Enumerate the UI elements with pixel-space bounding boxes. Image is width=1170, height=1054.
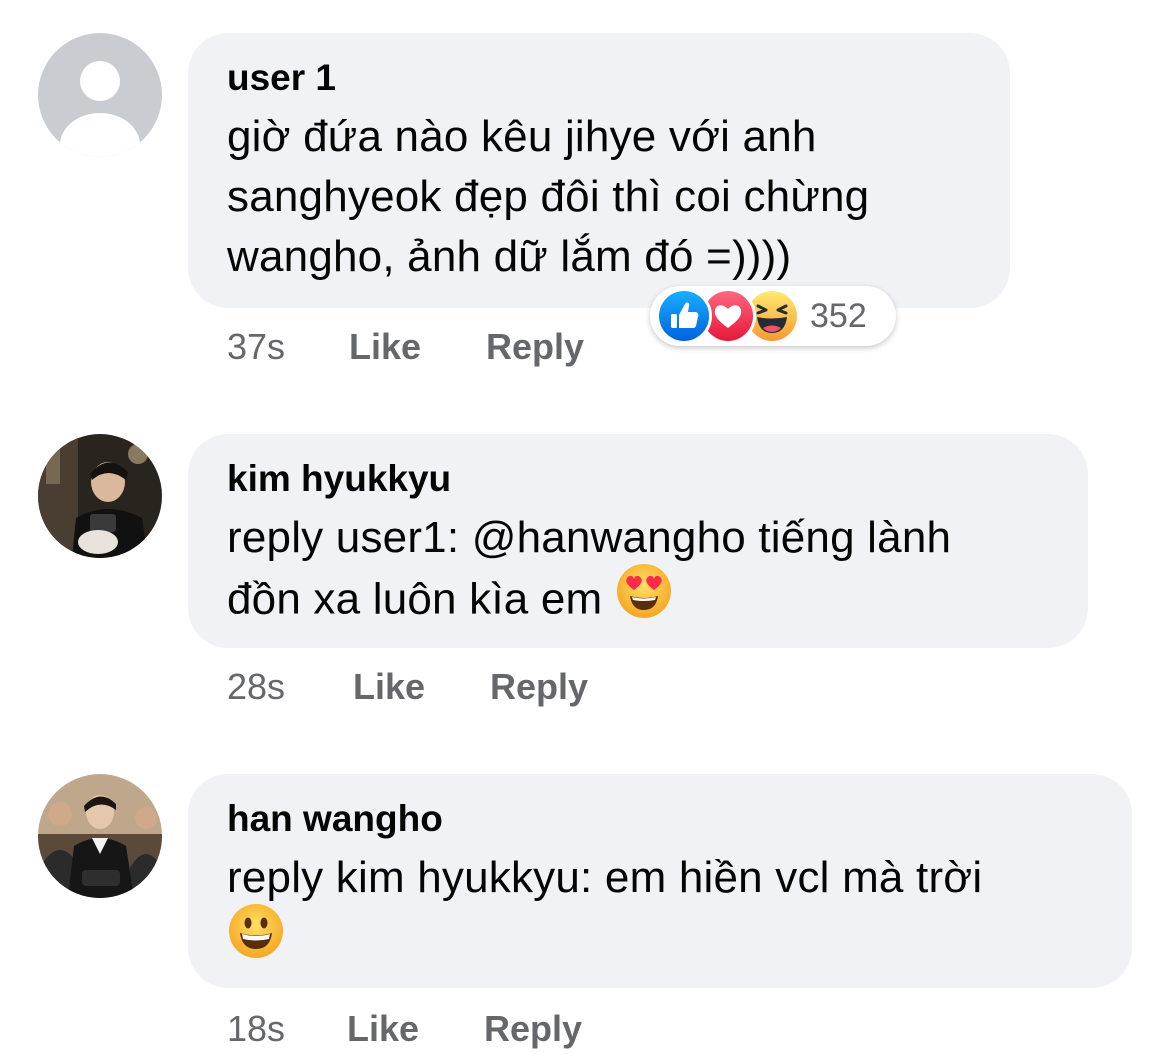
comment-time[interactable]: 28s: [227, 666, 353, 708]
reply-button[interactable]: Reply: [484, 1008, 582, 1050]
comment-text-content: reply kim hyukkyu: em hiền vcl mà trời: [227, 853, 983, 902]
comment-bubble: kim hyukkyu reply user1: @hanwangho tiến…: [188, 434, 1088, 648]
like-button[interactable]: Like: [353, 666, 490, 708]
like-icon: [656, 288, 712, 344]
grinning-face-emoji: [227, 902, 285, 976]
comment-text-content: reply user1: @hanwangho tiếng lành đồn x…: [227, 513, 952, 624]
comment-time[interactable]: 18s: [227, 1008, 347, 1050]
avatar-default[interactable]: [38, 33, 162, 157]
comment-time[interactable]: 37s: [227, 326, 349, 368]
comment-actions: 18s Like Reply: [227, 1008, 582, 1050]
reply-button[interactable]: Reply: [490, 666, 588, 708]
heart-eyes-emoji: [615, 562, 673, 636]
avatar-kim-hyukkyu[interactable]: [38, 434, 162, 558]
like-button[interactable]: Like: [349, 326, 486, 368]
comment-author[interactable]: user 1: [227, 55, 970, 101]
reply-button[interactable]: Reply: [486, 326, 584, 368]
comment-text: giờ đứa nào kêu jihye với anh sanghyeok …: [227, 112, 870, 281]
comment-bubble: user 1 giờ đứa nào kêu jihye với anh san…: [188, 33, 1010, 308]
comment-text: reply user1: @hanwangho tiếng lành đồn x…: [227, 508, 1048, 636]
profile-photo: [38, 434, 162, 558]
reaction-summary[interactable]: 352: [650, 286, 896, 346]
avatar-han-wangho[interactable]: [38, 774, 162, 898]
profile-photo: [38, 774, 162, 898]
comment-text: reply kim hyukkyu: em hiền vcl mà trời: [227, 848, 1092, 976]
comment-actions: 28s Like Reply: [227, 666, 588, 708]
comment-actions: 37s Like Reply: [227, 326, 584, 368]
comment-author[interactable]: han wangho: [227, 796, 1092, 842]
default-avatar-icon: [38, 33, 162, 157]
reaction-count: 352: [810, 296, 867, 335]
like-button[interactable]: Like: [347, 1008, 484, 1050]
comment-author[interactable]: kim hyukkyu: [227, 456, 1048, 502]
comment-bubble: han wangho reply kim hyukkyu: em hiền vc…: [188, 774, 1132, 988]
